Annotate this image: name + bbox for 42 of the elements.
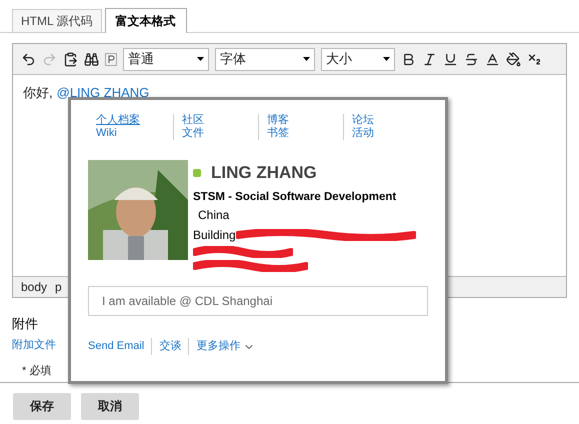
- path-item[interactable]: body: [21, 278, 48, 296]
- subscript-icon[interactable]: [527, 52, 542, 66]
- highlight-icon[interactable]: [506, 52, 521, 66]
- action-link[interactable]: Send Email: [88, 338, 144, 355]
- profile-link[interactable]: 文件: [182, 127, 258, 140]
- profile-link[interactable]: 书签: [266, 127, 343, 140]
- job-title: STSM - Social Software Development: [193, 190, 398, 205]
- editor-text: 你好,: [23, 84, 53, 102]
- status-message: I am available @ CDL Shanghai: [102, 293, 272, 310]
- profile-link[interactable]: 活动: [352, 127, 428, 140]
- address: Building: [193, 227, 236, 244]
- caret-icon: [383, 57, 390, 61]
- paragraph-icon[interactable]: [105, 52, 117, 66]
- undo-icon[interactable]: [21, 52, 36, 66]
- profile-link[interactable]: 社区: [182, 114, 258, 127]
- italic-icon[interactable]: [422, 52, 437, 66]
- required-note: * 必填: [22, 364, 52, 379]
- form-button[interactable]: 取消: [81, 392, 139, 420]
- country: China: [198, 207, 230, 224]
- action-link[interactable]: 更多操作: [196, 338, 240, 355]
- tab[interactable]: 富文本格式: [104, 8, 187, 33]
- dropdown[interactable]: 字体: [215, 48, 315, 70]
- tab[interactable]: HTML 源代码: [12, 9, 102, 32]
- profile-link[interactable]: Wiki: [96, 127, 173, 140]
- dropdown[interactable]: 大小: [321, 48, 395, 70]
- strikethrough-icon[interactable]: [464, 52, 479, 66]
- text-color-icon[interactable]: [485, 52, 500, 66]
- dropdown[interactable]: 普通: [123, 48, 209, 70]
- person-name: LING ZHANG: [211, 162, 317, 184]
- attachments-heading: 附件: [12, 315, 39, 333]
- find-icon[interactable]: [84, 52, 99, 66]
- profile-link[interactable]: 论坛: [352, 114, 428, 127]
- bold-icon[interactable]: [401, 52, 416, 66]
- profile-link[interactable]: 个人档案: [96, 114, 173, 127]
- paste-icon[interactable]: [63, 52, 78, 66]
- path-item[interactable]: p: [55, 278, 62, 296]
- form-button[interactable]: 保存: [13, 392, 71, 420]
- profile-link[interactable]: 博客: [266, 114, 343, 127]
- underline-icon[interactable]: [443, 52, 458, 66]
- action-link[interactable]: 交谈: [159, 338, 182, 355]
- caret-icon: [303, 57, 310, 61]
- caret-icon: [197, 57, 204, 61]
